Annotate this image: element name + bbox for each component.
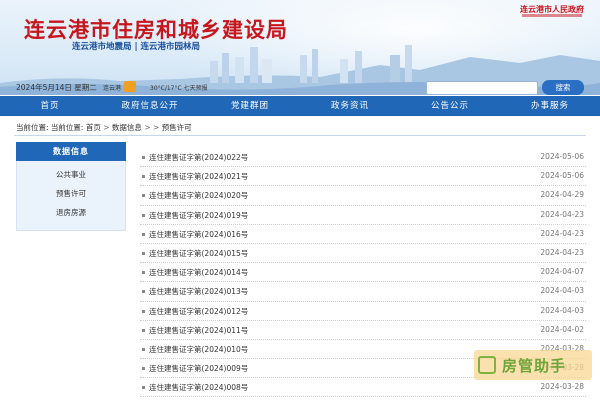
list-item-title[interactable]: 连住建售证字第(2024)020号 (149, 190, 248, 201)
bullet-icon (142, 251, 145, 255)
list-item[interactable]: 连住建售证字第(2024)015号 2024-04-23 (140, 244, 586, 264)
sidebar: 数据信息 公共事业 预售许可 退房房源 (16, 142, 126, 231)
list-item[interactable]: 连住建售证字第(2024)016号 2024-04-23 (140, 225, 586, 244)
breadcrumb-label: 当前位置: (16, 123, 49, 132)
breadcrumb-label-repeat: 当前位置: (50, 123, 84, 132)
list-item-date: 2024-04-23 (540, 209, 584, 219)
breadcrumb-divider (14, 135, 586, 136)
breadcrumb-presale[interactable]: 预售许可 (162, 123, 192, 132)
list-item-date: 2024-04-07 (540, 267, 584, 277)
list-item-date: 2024-05-06 (540, 171, 584, 181)
bullet-icon (142, 386, 145, 390)
list-item[interactable]: 连住建售证字第(2024)019号 2024-04-23 (140, 206, 586, 225)
list-item-title[interactable]: 连住建售证字第(2024)016号 (149, 229, 248, 240)
list-item-title[interactable]: 连住建售证字第(2024)022号 (149, 152, 248, 163)
list-item-title[interactable]: 连住建售证字第(2024)021号 (149, 171, 248, 182)
weather-city: 连云港 (103, 85, 122, 92)
nav-notices[interactable]: 公告公示 (400, 96, 500, 116)
watermark-overlay: 房管助手 (474, 350, 592, 380)
bullet-icon (142, 156, 145, 159)
breadcrumb-home[interactable]: 首页 (86, 123, 101, 132)
list-item-date: 2024-04-23 (540, 228, 584, 238)
nav-services[interactable]: 办事服务 (500, 96, 600, 116)
list-item-date: 2024-05-06 (540, 152, 584, 161)
breadcrumb-data-info[interactable]: 数据信息 (112, 123, 142, 132)
list-item-title[interactable]: 连住建售证字第(2024)013号 (149, 286, 248, 297)
search-button[interactable]: 搜索 (542, 80, 584, 95)
breadcrumb: 当前位置: 当前位置: 首页 > 数据信息 > > 预售许可 (16, 122, 192, 133)
nav-gov-info[interactable]: 政府信息公开 (100, 96, 200, 116)
nav-party[interactable]: 党建群团 (200, 96, 300, 116)
bullet-icon (142, 309, 145, 313)
list-item-title[interactable]: 连住建售证字第(2024)009号 (149, 363, 248, 374)
bullet-icon (142, 347, 145, 351)
list-item-title[interactable]: 连住建售证字第(2024)019号 (149, 210, 248, 221)
nav-home[interactable]: 首页 (0, 96, 100, 116)
weather-forecast[interactable]: 30°C/17°C 七天预报 (150, 83, 208, 92)
breadcrumb-separator: > (144, 123, 151, 132)
bullet-icon (142, 290, 145, 294)
bullet-icon (142, 194, 145, 198)
search-input[interactable] (426, 81, 538, 95)
site-subtitle: 连云港市地震局 | 连云港市园林局 (72, 42, 201, 52)
list-item[interactable]: 连住建售证字第(2024)022号 2024-05-06 (140, 148, 586, 168)
list-item-date: 2024-04-03 (540, 286, 584, 296)
weather-sun-icon (124, 81, 136, 92)
list-item-date: 2024-04-29 (540, 190, 584, 200)
sidebar-item-returned-housing[interactable]: 退房房源 (17, 203, 125, 222)
list-item-date: 2024-03-28 (540, 382, 584, 392)
sidebar-menu: 公共事业 预售许可 退房房源 (16, 161, 126, 231)
list-item-title[interactable]: 连住建售证字第(2024)008号 (149, 382, 248, 393)
list-item[interactable]: 连住建售证字第(2024)011号 2024-04-02 (140, 321, 586, 340)
list-item-title[interactable]: 连住建售证字第(2024)015号 (149, 248, 248, 259)
bullet-icon (142, 271, 145, 275)
list-item[interactable]: 连住建售证字第(2024)021号 2024-05-06 (140, 167, 586, 187)
list-item-title[interactable]: 连住建售证字第(2024)010号 (149, 344, 248, 355)
breadcrumb-separator: > (153, 123, 160, 132)
list-item-date: 2024-04-03 (540, 305, 584, 315)
list-item-title[interactable]: 连住建售证字第(2024)011号 (149, 325, 248, 336)
sidebar-header: 数据信息 (16, 142, 126, 161)
gov-logo-underline (522, 14, 582, 17)
bullet-icon (142, 328, 145, 332)
house-icon (478, 356, 496, 374)
sidebar-item-public-utilities[interactable]: 公共事业 (17, 165, 125, 184)
nav-news[interactable]: 政务资讯 (300, 96, 400, 116)
list-item[interactable]: 连住建售证字第(2024)014号 2024-04-07 (140, 263, 586, 283)
breadcrumb-separator: > (103, 123, 110, 132)
list-item-title[interactable]: 连住建售证字第(2024)012号 (149, 306, 248, 317)
list-item[interactable]: 连住建售证字第(2024)008号 2024-03-28 (140, 378, 586, 398)
bullet-icon (142, 232, 145, 236)
list-item-date: 2024-04-02 (540, 324, 584, 334)
bullet-icon (142, 175, 145, 179)
bullet-icon (142, 213, 145, 217)
list-item-title[interactable]: 连住建售证字第(2024)014号 (149, 267, 248, 278)
list-item-date: 2024-04-23 (540, 247, 584, 257)
main-nav: 首页 政府信息公开 党建群团 政务资讯 公告公示 办事服务 (0, 96, 600, 116)
bullet-icon (142, 367, 145, 371)
watermark-text: 房管助手 (502, 357, 567, 375)
list-item[interactable]: 连住建售证字第(2024)020号 2024-04-29 (140, 186, 586, 206)
list-item[interactable]: 连住建售证字第(2024)012号 2024-04-03 (140, 302, 586, 321)
list-item[interactable]: 连住建售证字第(2024)013号 2024-04-03 (140, 282, 586, 302)
sidebar-item-presale-permit[interactable]: 预售许可 (17, 184, 125, 203)
current-date: 2024年5月14日 星期二 (16, 83, 97, 92)
